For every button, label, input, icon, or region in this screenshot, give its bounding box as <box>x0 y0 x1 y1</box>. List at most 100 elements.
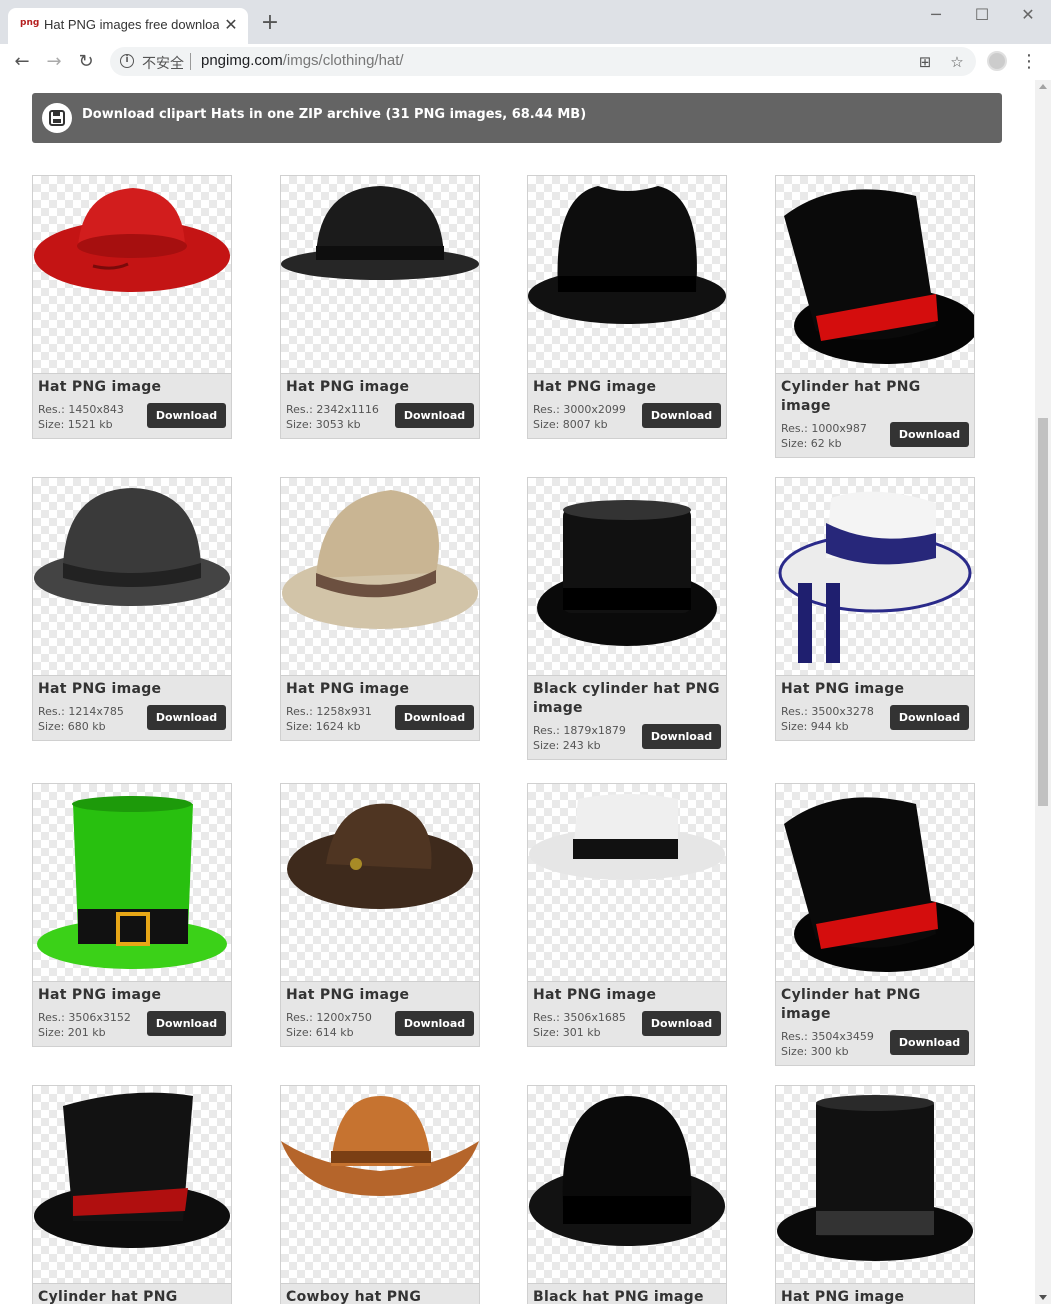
close-tab-icon[interactable]: ✕ <box>222 16 240 34</box>
image-card[interactable]: Cylinder hat PNG image Res.: 3504x3459 Siz… <box>775 783 975 1066</box>
green-leprechaun-illustration <box>37 796 227 969</box>
hat-thumbnail[interactable] <box>528 478 726 676</box>
card-info: Cowboy hat PNG image <box>281 1284 479 1304</box>
image-meta: Res.: 1258x931 Size: 1624 kb <box>286 704 386 734</box>
forward-icon[interactable]: → <box>42 50 66 74</box>
grey-bowler-illustration <box>34 488 230 606</box>
translate-icon[interactable]: ⊞ <box>915 52 935 72</box>
info-icon[interactable]: i <box>120 54 134 68</box>
scroll-down-icon[interactable] <box>1039 1295 1047 1300</box>
card-info: Black hat PNG image <box>528 1284 726 1304</box>
image-card[interactable]: Hat PNG image Res.: 1258x931 Size: 1624 kb… <box>280 477 480 741</box>
top-hat-red-band-illustration <box>784 189 974 364</box>
card-title[interactable]: Cowboy hat PNG image <box>286 1288 474 1304</box>
card-title[interactable]: Hat PNG image <box>286 680 474 699</box>
card-title[interactable]: Black cylinder hat PNG image <box>533 680 721 718</box>
hat-thumbnail[interactable] <box>776 176 974 374</box>
back-icon[interactable]: ← <box>10 50 34 74</box>
hat-thumbnail[interactable] <box>776 478 974 676</box>
card-title[interactable]: Hat PNG image <box>38 378 226 397</box>
reload-icon[interactable]: ↻ <box>74 50 98 74</box>
card-title[interactable]: Hat PNG image <box>38 986 226 1005</box>
image-card[interactable]: Black hat PNG image <box>527 1085 727 1304</box>
hat-thumbnail[interactable] <box>281 176 479 374</box>
url-text[interactable]: pngimg.com/imgs/clothing/hat/ <box>201 52 404 69</box>
hat-thumbnail[interactable] <box>776 1086 974 1284</box>
hat-thumbnail[interactable] <box>281 478 479 676</box>
window-close-icon[interactable]: ✕ <box>1005 4 1051 28</box>
resolution-text: Res.: 1000x987 <box>781 422 867 435</box>
card-title[interactable]: Black hat PNG image <box>533 1288 721 1304</box>
vertical-scrollbar[interactable] <box>1035 80 1051 1304</box>
menu-icon[interactable]: ⋮ <box>1020 50 1038 74</box>
tab-title: Hat PNG images free download <box>44 17 219 32</box>
hat-thumbnail[interactable] <box>33 478 231 676</box>
download-button[interactable]: Download <box>890 422 969 447</box>
image-meta: Res.: 3506x3152 Size: 201 kb <box>38 1010 138 1040</box>
hat-thumbnail[interactable] <box>33 784 231 982</box>
zip-download-banner[interactable]: Download clipart Hats in one ZIP archive… <box>32 93 1002 143</box>
image-card[interactable]: Hat PNG image <box>775 1085 975 1304</box>
download-button[interactable]: Download <box>147 1011 226 1036</box>
hat-thumbnail[interactable] <box>281 1086 479 1284</box>
download-button[interactable]: Download <box>395 1011 474 1036</box>
image-meta: Res.: 1879x1879 Size: 243 kb <box>533 723 633 753</box>
image-card[interactable]: Cowboy hat PNG image <box>280 1085 480 1304</box>
scroll-up-icon[interactable] <box>1039 84 1047 89</box>
card-title[interactable]: Hat PNG image <box>38 680 226 699</box>
resolution-text: Res.: 3500x3278 <box>781 705 874 718</box>
hat-thumbnail[interactable] <box>528 1086 726 1284</box>
hat-thumbnail[interactable] <box>528 784 726 982</box>
card-title[interactable]: Hat PNG image <box>286 378 474 397</box>
card-title[interactable]: Hat PNG image <box>533 986 721 1005</box>
download-button[interactable]: Download <box>642 724 721 749</box>
security-label[interactable]: 不安全 <box>142 53 184 73</box>
image-card[interactable]: Cylinder hat PNG image <box>32 1085 232 1304</box>
download-button[interactable]: Download <box>395 403 474 428</box>
file-size-text: Size: 8007 kb <box>533 418 608 431</box>
image-card[interactable]: Hat PNG image Res.: 3500x3278 Size: 944 kb… <box>775 477 975 741</box>
image-card[interactable]: Hat PNG image Res.: 3000x2099 Size: 8007 k… <box>527 175 727 439</box>
image-card[interactable]: Hat PNG image Res.: 1200x750 Size: 614 kb D… <box>280 783 480 1047</box>
scrollbar-thumb[interactable] <box>1038 418 1048 806</box>
browser-tab[interactable]: png Hat PNG images free download ✕ <box>8 8 248 44</box>
download-button[interactable]: Download <box>890 705 969 730</box>
bookmark-star-icon[interactable]: ☆ <box>947 52 967 72</box>
download-button[interactable]: Download <box>890 1030 969 1055</box>
card-title[interactable]: Cylinder hat PNG image <box>781 378 969 416</box>
hat-thumbnail[interactable] <box>528 176 726 374</box>
cowboy-illustration <box>281 1096 479 1196</box>
download-button[interactable]: Download <box>642 403 721 428</box>
download-button[interactable]: Download <box>395 705 474 730</box>
download-button[interactable]: Download <box>147 705 226 730</box>
card-title[interactable]: Hat PNG image <box>781 1288 969 1304</box>
new-tab-icon[interactable]: + <box>258 12 282 36</box>
card-title[interactable]: Cylinder hat PNG image <box>38 1288 226 1304</box>
browser-chrome: png Hat PNG images free download ✕ + ─ ☐… <box>0 0 1051 80</box>
card-info: Black cylinder hat PNG image Res.: 1879x1… <box>528 676 726 759</box>
hat-thumbnail[interactable] <box>776 784 974 982</box>
image-card[interactable]: Hat PNG image Res.: 3506x1685 Size: 301 kb… <box>527 783 727 1047</box>
hat-thumbnail[interactable] <box>33 176 231 374</box>
card-title[interactable]: Hat PNG image <box>533 378 721 397</box>
image-card[interactable]: Cylinder hat PNG image Res.: 1000x987 Size… <box>775 175 975 458</box>
hat-thumbnail[interactable] <box>281 784 479 982</box>
download-button[interactable]: Download <box>642 1011 721 1036</box>
hat-thumbnail[interactable] <box>33 1086 231 1284</box>
card-info: Hat PNG image <box>776 1284 974 1304</box>
minimize-icon[interactable]: ─ <box>913 4 959 28</box>
card-title[interactable]: Hat PNG image <box>286 986 474 1005</box>
card-title[interactable]: Cylinder hat PNG image <box>781 986 969 1024</box>
profile-avatar-icon[interactable] <box>987 51 1007 71</box>
download-button[interactable]: Download <box>147 403 226 428</box>
url-path: /imgs/clothing/hat/ <box>282 52 404 69</box>
image-card[interactable]: Hat PNG image Res.: 3506x3152 Size: 201 kb… <box>32 783 232 1047</box>
image-card[interactable]: Black cylinder hat PNG image Res.: 1879x1… <box>527 477 727 760</box>
maximize-icon[interactable]: ☐ <box>959 4 1005 28</box>
image-card[interactable]: Hat PNG image Res.: 1214x785 Size: 680 kb D… <box>32 477 232 741</box>
card-title[interactable]: Hat PNG image <box>781 680 969 699</box>
address-bar[interactable]: i 不安全 pngimg.com/imgs/clothing/hat/ ⊞ ☆ <box>110 47 976 76</box>
file-size-text: Size: 301 kb <box>533 1026 601 1039</box>
image-card[interactable]: Hat PNG image Res.: 1450x843 Size: 1521 kb… <box>32 175 232 439</box>
image-card[interactable]: Hat PNG image Res.: 2342x1116 Size: 3053 k… <box>280 175 480 439</box>
